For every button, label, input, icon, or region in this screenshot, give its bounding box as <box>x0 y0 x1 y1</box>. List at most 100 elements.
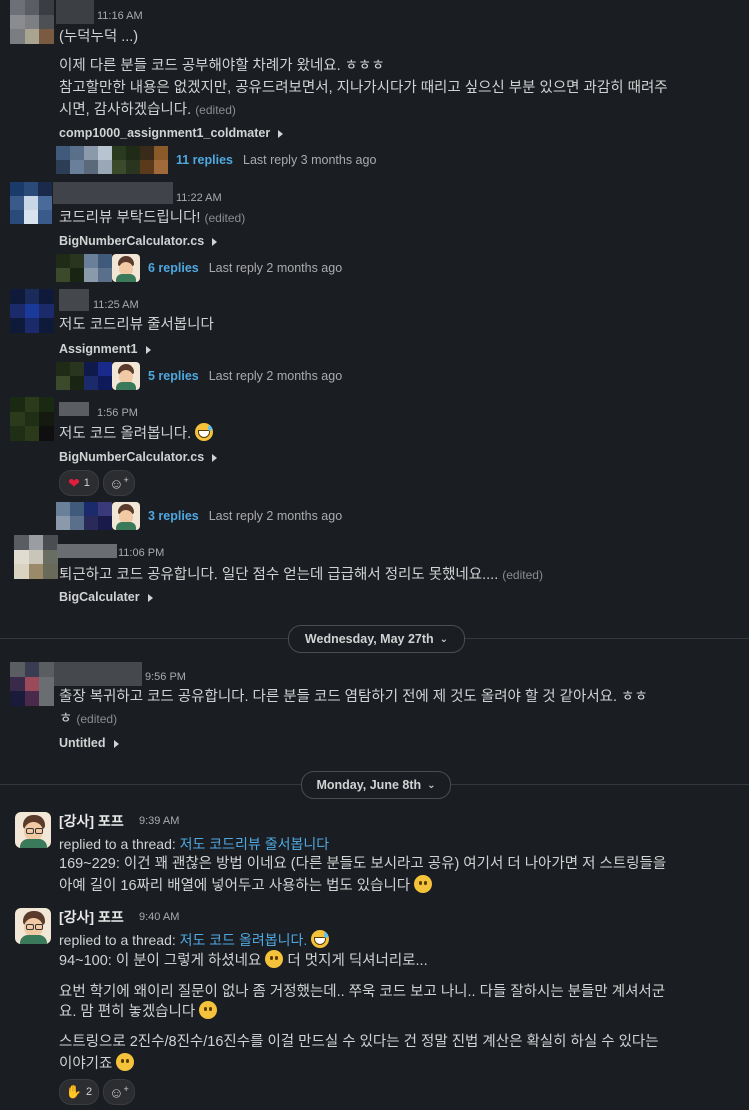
message-line: 출장 복귀하고 코드 공유합니다. 다른 분들 코드 염탐하기 전에 제 것도 … <box>59 689 648 705</box>
snippet-name: BigNumberCalculator.cs <box>59 450 205 464</box>
reply-count[interactable]: 5 replies <box>148 369 199 383</box>
username-redacted[interactable] <box>57 544 117 558</box>
last-reply-time: Last reply 3 months ago <box>243 153 377 167</box>
teacher-avatar-mini <box>112 502 140 530</box>
thread-replies[interactable]: 5 replies Last reply 2 months ago <box>56 362 342 390</box>
snippet-link[interactable]: BigNumberCalculator.cs <box>59 450 218 464</box>
teacher-avatar[interactable] <box>15 908 51 944</box>
username-redacted[interactable] <box>59 289 89 311</box>
avatar[interactable] <box>10 662 54 706</box>
thread-replies[interactable]: 3 replies Last reply 2 months ago <box>56 502 342 530</box>
message-line-text: 더 멋지게 딕셔너리로... <box>287 953 428 969</box>
reaction-pray[interactable]: ✋ 2 <box>59 1079 99 1105</box>
expand-triangle-icon <box>212 453 218 462</box>
reply-count[interactable]: 11 replies <box>176 153 233 167</box>
message-line: 이야기죠 <box>59 1053 135 1075</box>
thread-link[interactable]: 저도 코드리뷰 줄서봅니다 <box>180 836 329 852</box>
add-reaction-button[interactable]: ☺+ <box>103 1079 135 1105</box>
timestamp[interactable]: 11:16 AM <box>97 10 143 22</box>
avatar[interactable] <box>10 0 54 44</box>
message-line: 요. 맘 편히 놓겠습니다 <box>59 1001 218 1023</box>
message-line-text: 요. 맘 편히 놓겠습니다 <box>59 1004 196 1020</box>
day-divider-label: Wednesday, May 27th <box>304 632 434 646</box>
avatar[interactable] <box>10 289 54 333</box>
message-line: 94~100: 이 분이 그렇게 하셨네요 더 멋지게 딕셔너리로... <box>59 950 428 972</box>
avatar[interactable] <box>14 535 58 579</box>
timestamp[interactable]: 11:25 AM <box>93 299 139 311</box>
day-divider-monday[interactable]: Monday, June 8th ⌄ <box>301 771 451 799</box>
teacher-avatar-mini <box>112 362 140 390</box>
replied-to-thread: replied to a thread: 저도 코드 올려봅니다. <box>59 930 330 950</box>
replied-to-thread: replied to a thread: 저도 코드리뷰 줄서봅니다 <box>59 834 329 854</box>
timestamp[interactable]: 9:56 PM <box>145 671 186 683</box>
reply-avatar <box>140 146 168 174</box>
message-line-text: 아예 길이 16짜리 배열에 넣어두고 사용하는 법도 있습니다 <box>59 878 411 894</box>
reply-count[interactable]: 6 replies <box>148 261 199 275</box>
author-name[interactable]: [강사] 포프 <box>59 811 124 831</box>
message-line: 이제 다른 분들 코드 공부해야할 차례가 왔네요. ㅎㅎㅎ <box>59 58 385 74</box>
add-emoji-icon: ☺+ <box>109 474 129 492</box>
day-divider-wednesday[interactable]: Wednesday, May 27th ⌄ <box>288 625 465 653</box>
expand-triangle-icon <box>147 593 153 602</box>
heart-icon: ❤ <box>68 474 80 491</box>
smile-emoji-icon <box>116 1053 135 1071</box>
replied-prefix: replied to a thread: <box>59 932 176 948</box>
last-reply-time: Last reply 2 months ago <box>208 509 343 523</box>
last-reply-time: Last reply 2 months ago <box>208 369 343 383</box>
message-line: 169~229: 이건 꽤 괜찮은 방법 이네요 (다른 분들도 보시라고 공유… <box>59 856 667 872</box>
snippet-link[interactable]: comp1000_assignment1_coldmater <box>59 126 284 140</box>
snippet-name: Untitled <box>59 736 106 750</box>
thread-replies[interactable]: 11 replies Last reply 3 months ago <box>56 146 376 174</box>
avatar[interactable] <box>10 182 52 224</box>
message-line: 참고할만한 내용은 없겠지만, 공유드려보면서, 지나가시다가 때리고 싶으신 … <box>59 80 668 96</box>
username-redacted[interactable] <box>59 402 89 416</box>
replied-prefix: replied to a thread: <box>59 836 176 852</box>
thread-replies[interactable]: 6 replies Last reply 2 months ago <box>56 254 342 282</box>
timestamp[interactable]: 9:39 AM <box>139 815 179 827</box>
timestamp[interactable]: 9:40 AM <box>139 911 179 923</box>
timestamp[interactable]: 11:22 AM <box>176 192 222 204</box>
snippet-link[interactable]: BigNumberCalculator.cs <box>59 234 218 248</box>
message-text: 저도 코드 올려봅니다. <box>59 423 214 445</box>
message-text: (누덕누덕 ...) <box>59 29 139 45</box>
reply-count[interactable]: 3 replies <box>148 509 199 523</box>
smile-emoji-icon <box>414 875 433 893</box>
message-line-text: 시면, 감사하겠습니다. <box>59 102 192 118</box>
snippet-name: BigNumberCalculator.cs <box>59 234 205 248</box>
snippet-link[interactable]: Assignment1 <box>59 342 151 356</box>
username-redacted[interactable] <box>53 182 173 204</box>
reply-avatar <box>84 146 112 174</box>
message-line-text: 이야기죠 <box>59 1056 113 1072</box>
author-name[interactable]: [강사] 포프 <box>59 907 124 927</box>
expand-triangle-icon <box>278 129 284 138</box>
add-emoji-icon: ☺+ <box>109 1083 129 1101</box>
username-redacted[interactable] <box>54 662 142 686</box>
snippet-link[interactable]: BigCalculater <box>59 590 153 604</box>
message-line: 요번 학기에 왜이리 질문이 없나 좀 거정했는데.. 쭈욱 코드 보고 나니.… <box>59 984 666 1000</box>
snippet-link[interactable]: Untitled <box>59 736 119 750</box>
teacher-avatar-mini <box>112 254 140 282</box>
reply-avatar <box>112 146 140 174</box>
message-line: 스트링으로 2진수/8진수/16진수를 이걸 만드실 수 있다는 건 정말 진법… <box>59 1034 659 1050</box>
message-text-content: 퇴근하고 코드 공유합니다. 일단 점수 얻는데 급급해서 정리도 못했네요..… <box>59 567 499 583</box>
snippet-name: Assignment1 <box>59 342 138 356</box>
timestamp[interactable]: 1:56 PM <box>97 407 138 419</box>
reply-avatar <box>84 254 112 282</box>
reaction-count: 2 <box>86 1086 93 1098</box>
reply-avatar <box>84 502 112 530</box>
username-redacted[interactable] <box>56 0 94 24</box>
reaction-heart[interactable]: ❤ 1 <box>59 470 99 496</box>
reply-avatar <box>56 502 84 530</box>
edited-label: (edited) <box>195 103 236 117</box>
avatar[interactable] <box>10 397 54 441</box>
message-line: 시면, 감사하겠습니다. (edited) <box>59 99 236 121</box>
add-reaction-button[interactable]: ☺+ <box>103 470 135 496</box>
message-text: 퇴근하고 코드 공유합니다. 일단 점수 얻는데 급급해서 정리도 못했네요..… <box>59 564 543 586</box>
timestamp[interactable]: 11:06 PM <box>118 547 164 559</box>
thread-link[interactable]: 저도 코드 올려봅니다. <box>180 932 308 948</box>
teacher-avatar[interactable] <box>15 812 51 848</box>
reply-avatar <box>56 362 84 390</box>
reply-avatar <box>84 362 112 390</box>
chevron-down-icon: ⌄ <box>427 779 436 791</box>
edited-label: (edited) <box>76 712 118 726</box>
